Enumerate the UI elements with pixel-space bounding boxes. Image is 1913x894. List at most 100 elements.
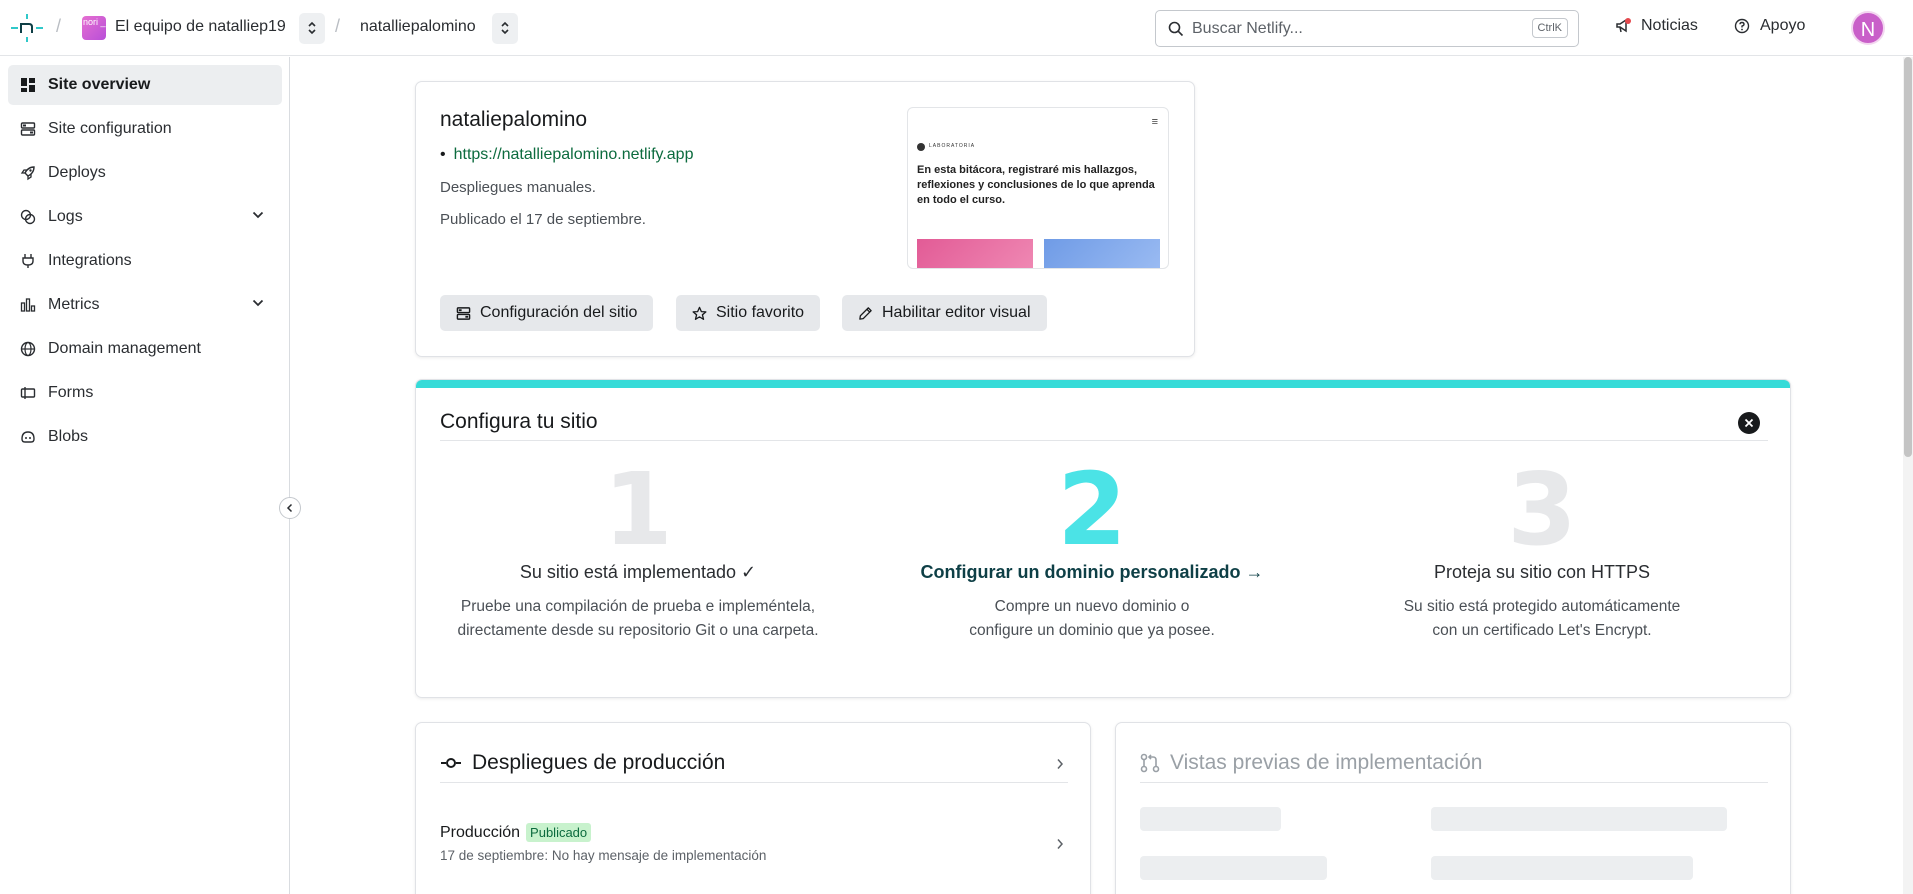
search-input[interactable]: Buscar Netlify... CtrlK (1155, 10, 1579, 47)
help-icon (1734, 18, 1750, 34)
sidebar-item-label: Site overview (48, 76, 151, 93)
site-preview-thumbnail[interactable]: ≡ LABORATORIA En esta bitácora, registra… (907, 107, 1169, 269)
chevron-left-icon (286, 503, 293, 513)
sidebar-item-label: Blobs (48, 428, 89, 445)
button-label: Habilitar editor visual (882, 304, 1031, 321)
logs-icon (20, 209, 36, 225)
sidebar-item-label: Site configuration (48, 120, 172, 137)
production-deploy-row[interactable]: Producción Publicado (440, 823, 592, 842)
rocket-icon (20, 166, 35, 181)
deploy-previews-title[interactable]: Vistas previas de implementación (1140, 751, 1482, 775)
close-icon (1744, 418, 1754, 428)
sidebar-item-deploys[interactable]: Deploys (8, 153, 282, 193)
breadcrumb-separator: / (335, 16, 341, 36)
site-configuration-button[interactable]: Configuración del sitio (440, 295, 654, 331)
step-number: 2 (1057, 451, 1127, 568)
chevron-down-icon (252, 211, 264, 219)
commit-icon (441, 758, 461, 768)
chevron-right-icon (1057, 839, 1064, 849)
loading-skeleton (1140, 856, 1327, 880)
bar-chart-icon (20, 298, 36, 312)
accent-bar (416, 380, 1790, 388)
sidebar-item-label: Metrics (48, 296, 100, 313)
production-deploys-card: Despliegues de producción Producción Pub… (415, 722, 1091, 894)
step-deployed: 1 Su sitio está implementado ✓ Pruebe un… (428, 460, 848, 643)
page-scrollbar[interactable] (1903, 57, 1913, 894)
form-icon (20, 387, 36, 399)
sidebar-collapse-button[interactable] (279, 497, 301, 519)
news-label: Noticias (1641, 17, 1698, 34)
sidebar: Site overview Site configuration Deploys… (0, 57, 290, 894)
step-number: 1 (603, 451, 673, 568)
sidebar-item-forms[interactable]: Forms (8, 373, 282, 413)
dismiss-button[interactable] (1738, 412, 1760, 434)
star-icon (692, 306, 707, 320)
chevron-up-down-icon (308, 21, 316, 35)
site-breadcrumb[interactable]: natalliepalomino (360, 18, 476, 36)
preview-logo (917, 143, 925, 151)
sliders-icon (456, 306, 471, 320)
search-icon (1168, 21, 1184, 37)
sidebar-item-label: Deploys (48, 164, 106, 181)
globe-icon (20, 341, 36, 357)
status-badge: Publicado (526, 823, 592, 842)
preview-image (1044, 239, 1160, 268)
step-number: 3 (1507, 451, 1577, 568)
site-switcher-button[interactable] (492, 13, 518, 44)
step-title: Proteja su sitio con HTTPS (1433, 562, 1651, 582)
enable-visual-editor-button[interactable]: Habilitar editor visual (842, 295, 1047, 331)
production-deploys-title[interactable]: Despliegues de producción (440, 751, 725, 775)
sidebar-item-logs[interactable]: Logs (8, 197, 282, 237)
site-url-link[interactable]: https://natalliepalomino.netlify.app (440, 146, 694, 164)
pencil-icon (859, 306, 872, 320)
grid-icon (21, 78, 35, 92)
button-label: Sitio favorito (716, 304, 805, 321)
sidebar-item-site-configuration[interactable]: Site configuration (8, 109, 282, 149)
deploy-previews-card: Vistas previas de implementación (1115, 722, 1791, 894)
favorite-site-button[interactable]: Sitio favorito (676, 295, 821, 331)
sidebar-item-label: Forms (48, 384, 94, 401)
megaphone-icon (1614, 17, 1632, 35)
step-https: 3 Proteja su sitio con HTTPS Su sitio es… (1332, 460, 1752, 643)
breadcrumb-separator: / (56, 16, 62, 36)
sidebar-item-label: Logs (48, 208, 83, 225)
help-link[interactable]: Apoyo (1734, 17, 1805, 35)
step-description: Compre un nuevo dominio o configure un do… (969, 598, 1215, 639)
preview-image (917, 239, 1033, 268)
step-title: Su sitio está implementado ✓ (519, 562, 757, 582)
preview-heading: En esta bitácora, registraré mis hallazg… (917, 164, 1155, 206)
plug-icon (22, 254, 34, 268)
configure-site-card: Configura tu sitio 1 Su sitio está imple… (415, 379, 1791, 698)
divider (440, 782, 1068, 783)
team-name[interactable]: El equipo de natalliep19 (115, 18, 286, 36)
divider (440, 440, 1768, 441)
netlify-logo-icon[interactable] (10, 13, 44, 43)
sidebar-item-domain-management[interactable]: Domain management (8, 329, 282, 369)
blob-icon (21, 431, 35, 443)
sidebar-item-metrics[interactable]: Metrics (8, 285, 282, 325)
site-title: nataliepalomino (440, 108, 588, 131)
custom-domain-link[interactable]: Configurar un dominio personalizado → (882, 562, 1302, 583)
scrollbar-thumb[interactable] (1904, 57, 1912, 457)
help-label: Apoyo (1760, 17, 1806, 34)
sidebar-item-blobs[interactable]: Blobs (8, 417, 282, 457)
user-avatar[interactable]: N (1851, 11, 1885, 45)
search-shortcut: CtrlK (1531, 18, 1568, 38)
preview-brand: LABORATORIA (929, 143, 976, 149)
chevron-right-icon (1057, 759, 1064, 769)
team-avatar: nori _ (82, 16, 106, 40)
configure-title: Configura tu sitio (440, 410, 598, 433)
loading-skeleton (1431, 856, 1693, 880)
news-link[interactable]: Noticias (1614, 17, 1698, 35)
sidebar-item-integrations[interactable]: Integrations (8, 241, 282, 281)
team-switcher-button[interactable] (299, 13, 325, 44)
loading-skeleton (1140, 807, 1281, 831)
deploy-label: Producción (440, 823, 521, 841)
site-summary-card: nataliepalomino https://natalliepalomino… (415, 81, 1195, 357)
sidebar-item-site-overview[interactable]: Site overview (8, 65, 282, 105)
button-label: Configuración del sitio (480, 304, 638, 321)
chevron-down-icon (252, 299, 264, 307)
card-title: Despliegues de producción (472, 751, 726, 774)
deploy-type-text: Despliegues manuales. (440, 179, 596, 196)
step-custom-domain: 2 Configurar un dominio personalizado → … (882, 460, 1302, 643)
